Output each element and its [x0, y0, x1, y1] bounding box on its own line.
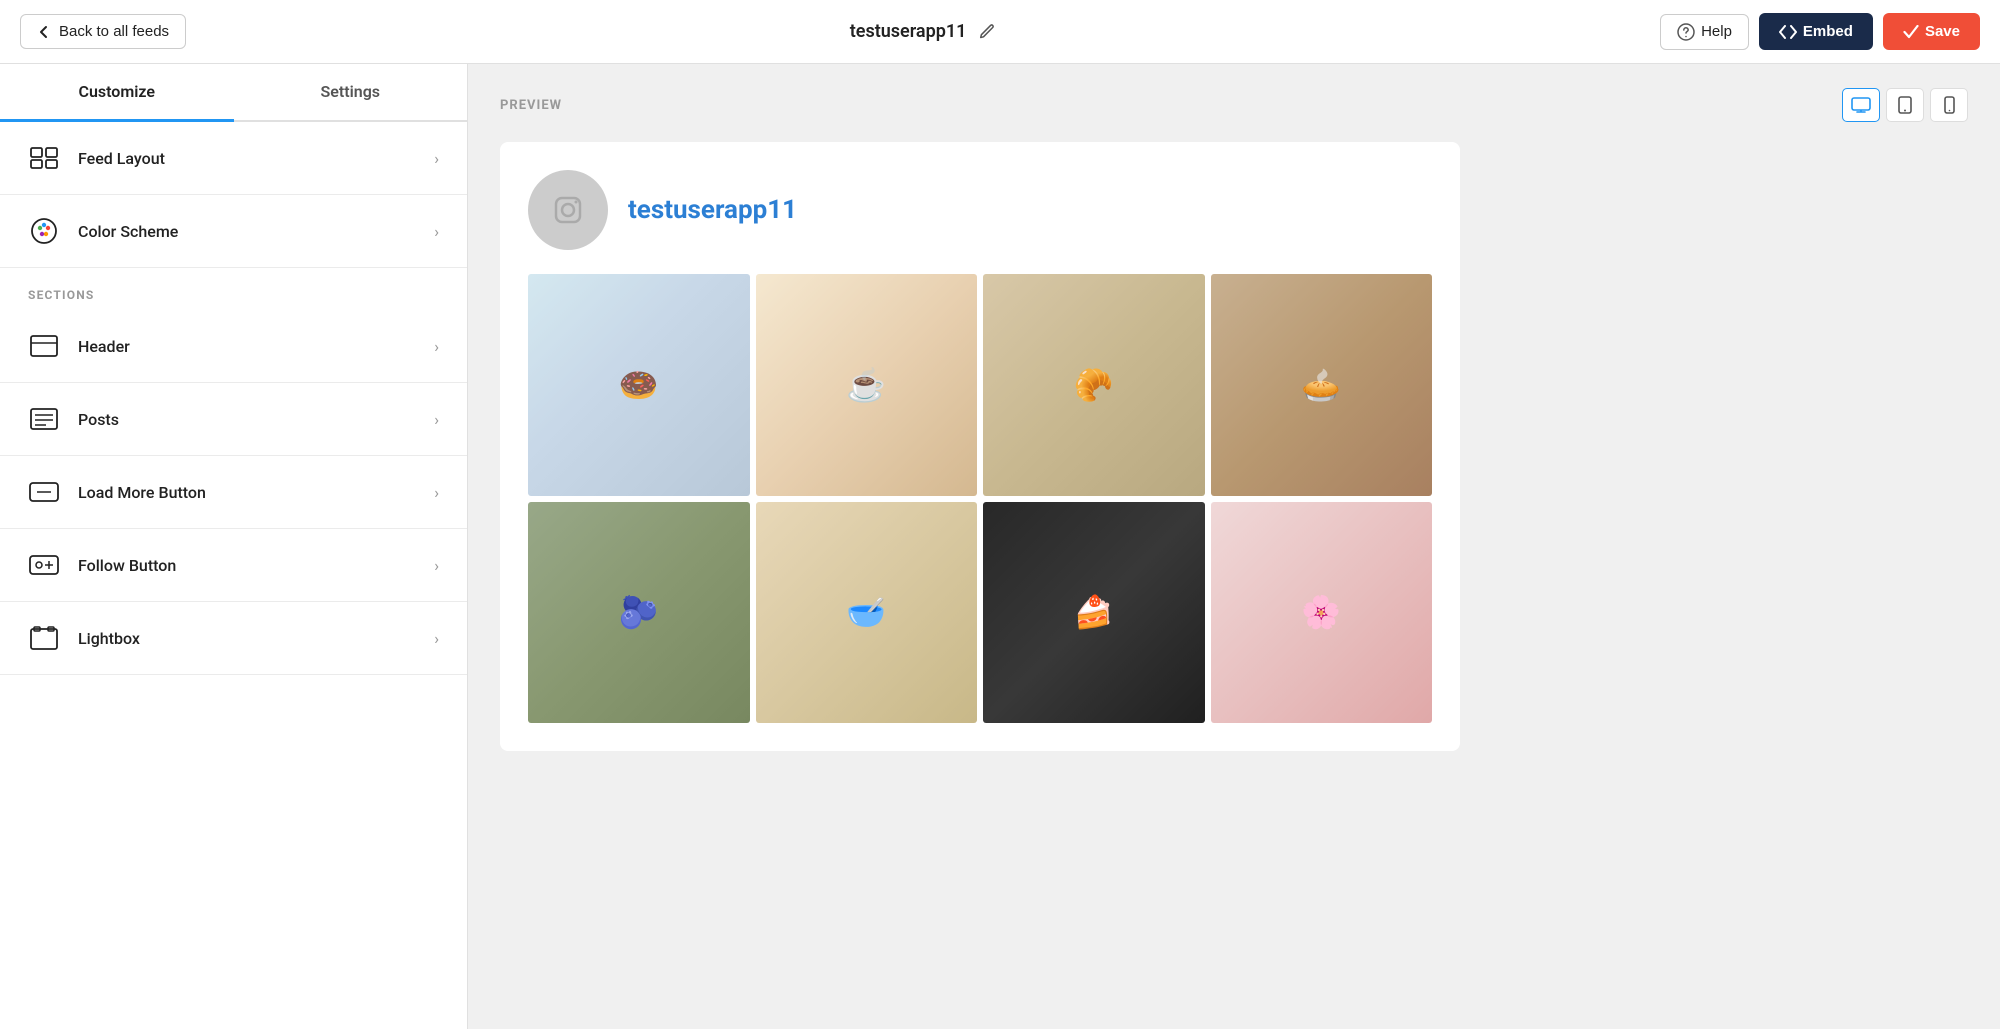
- feed-username: testuserapp11: [628, 195, 797, 225]
- color-scheme-label: Color Scheme: [78, 222, 178, 241]
- chevron-right-icon: ›: [434, 410, 439, 429]
- layout-icon: [28, 142, 60, 174]
- feed-image-3[interactable]: 🥐: [983, 274, 1205, 496]
- chevron-right-icon: ›: [434, 337, 439, 356]
- feed-layout-label: Feed Layout: [78, 149, 165, 168]
- desktop-icon: [1851, 97, 1871, 113]
- instagram-icon: [548, 190, 588, 230]
- feed-grid: 🍩 ☕ 🥐 🥧 🫐 🥣 🍰: [528, 274, 1432, 723]
- feed-title: testuserapp11: [850, 21, 967, 42]
- chevron-right-icon: ›: [434, 629, 439, 648]
- desktop-view-button[interactable]: [1842, 88, 1880, 122]
- help-label: Help: [1701, 23, 1732, 40]
- preview-label: PREVIEW: [500, 98, 562, 113]
- sidebar-item-lightbox[interactable]: Lightbox ›: [0, 602, 467, 675]
- save-label: Save: [1925, 23, 1960, 40]
- back-button-label: Back to all feeds: [59, 23, 169, 40]
- chevron-right-icon: ›: [434, 483, 439, 502]
- sidebar-item-follow-button[interactable]: Follow Button ›: [0, 529, 467, 602]
- follow-icon: [28, 549, 60, 581]
- header-label: Header: [78, 337, 130, 356]
- sidebar-tabs: Customize Settings: [0, 64, 467, 122]
- feed-image-5[interactable]: 🫐: [528, 502, 750, 724]
- help-icon: [1677, 23, 1695, 41]
- code-icon: [1779, 25, 1797, 39]
- chevron-right-icon: ›: [434, 222, 439, 241]
- load-more-icon: [28, 476, 60, 508]
- sidebar-item-posts[interactable]: Posts ›: [0, 383, 467, 456]
- follow-button-label: Follow Button: [78, 556, 176, 575]
- topbar-right: Help Embed Save: [1660, 13, 1980, 50]
- feed-image-4[interactable]: 🥧: [1211, 274, 1433, 496]
- preview-topbar: PREVIEW: [500, 88, 1968, 122]
- load-more-label: Load More Button: [78, 483, 206, 502]
- feed-image-2[interactable]: ☕: [756, 274, 978, 496]
- feed-image-1[interactable]: 🍩: [528, 274, 750, 496]
- embed-label: Embed: [1803, 23, 1853, 40]
- topbar-left: Back to all feeds: [20, 14, 186, 49]
- check-icon: [1903, 25, 1919, 39]
- tablet-icon: [1898, 96, 1912, 114]
- sidebar-item-load-more[interactable]: Load More Button ›: [0, 456, 467, 529]
- feed-header: testuserapp11: [528, 170, 1432, 250]
- chevron-right-icon: ›: [434, 556, 439, 575]
- help-button[interactable]: Help: [1660, 14, 1749, 50]
- sidebar-item-color-scheme[interactable]: Color Scheme ›: [0, 195, 467, 268]
- preview-panel: PREVIEW: [468, 64, 2000, 1029]
- sections-header: SECTIONS: [0, 268, 467, 310]
- feed-image-6[interactable]: 🥣: [756, 502, 978, 724]
- chevron-right-icon: ›: [434, 149, 439, 168]
- embed-button[interactable]: Embed: [1759, 13, 1873, 50]
- sidebar-item-feed-layout[interactable]: Feed Layout ›: [0, 122, 467, 195]
- edit-icon[interactable]: [976, 21, 996, 42]
- topbar: Back to all feeds testuserapp11 Help Emb…: [0, 0, 2000, 64]
- lightbox-icon: [28, 622, 60, 654]
- feed-image-8[interactable]: 🌸: [1211, 502, 1433, 724]
- tab-customize[interactable]: Customize: [0, 64, 234, 122]
- sidebar-item-header[interactable]: Header ›: [0, 310, 467, 383]
- topbar-center: testuserapp11: [850, 21, 997, 42]
- mobile-view-button[interactable]: [1930, 88, 1968, 122]
- sidebar: Customize Settings Feed Layout ›: [0, 64, 468, 1029]
- lightbox-label: Lightbox: [78, 629, 140, 648]
- feed-preview: testuserapp11 🍩 ☕ 🥐 🥧 🫐: [500, 142, 1460, 751]
- back-to-feeds-button[interactable]: Back to all feeds: [20, 14, 186, 49]
- main-layout: Customize Settings Feed Layout ›: [0, 64, 2000, 1029]
- tablet-view-button[interactable]: [1886, 88, 1924, 122]
- chevron-left-icon: [37, 25, 51, 39]
- posts-icon: [28, 403, 60, 435]
- palette-icon: [28, 215, 60, 247]
- avatar: [528, 170, 608, 250]
- device-buttons: [1842, 88, 1968, 122]
- posts-label: Posts: [78, 410, 119, 429]
- header-icon: [28, 330, 60, 362]
- mobile-icon: [1944, 96, 1955, 114]
- tab-settings[interactable]: Settings: [234, 64, 468, 122]
- save-button[interactable]: Save: [1883, 13, 1980, 50]
- feed-image-7[interactable]: 🍰: [983, 502, 1205, 724]
